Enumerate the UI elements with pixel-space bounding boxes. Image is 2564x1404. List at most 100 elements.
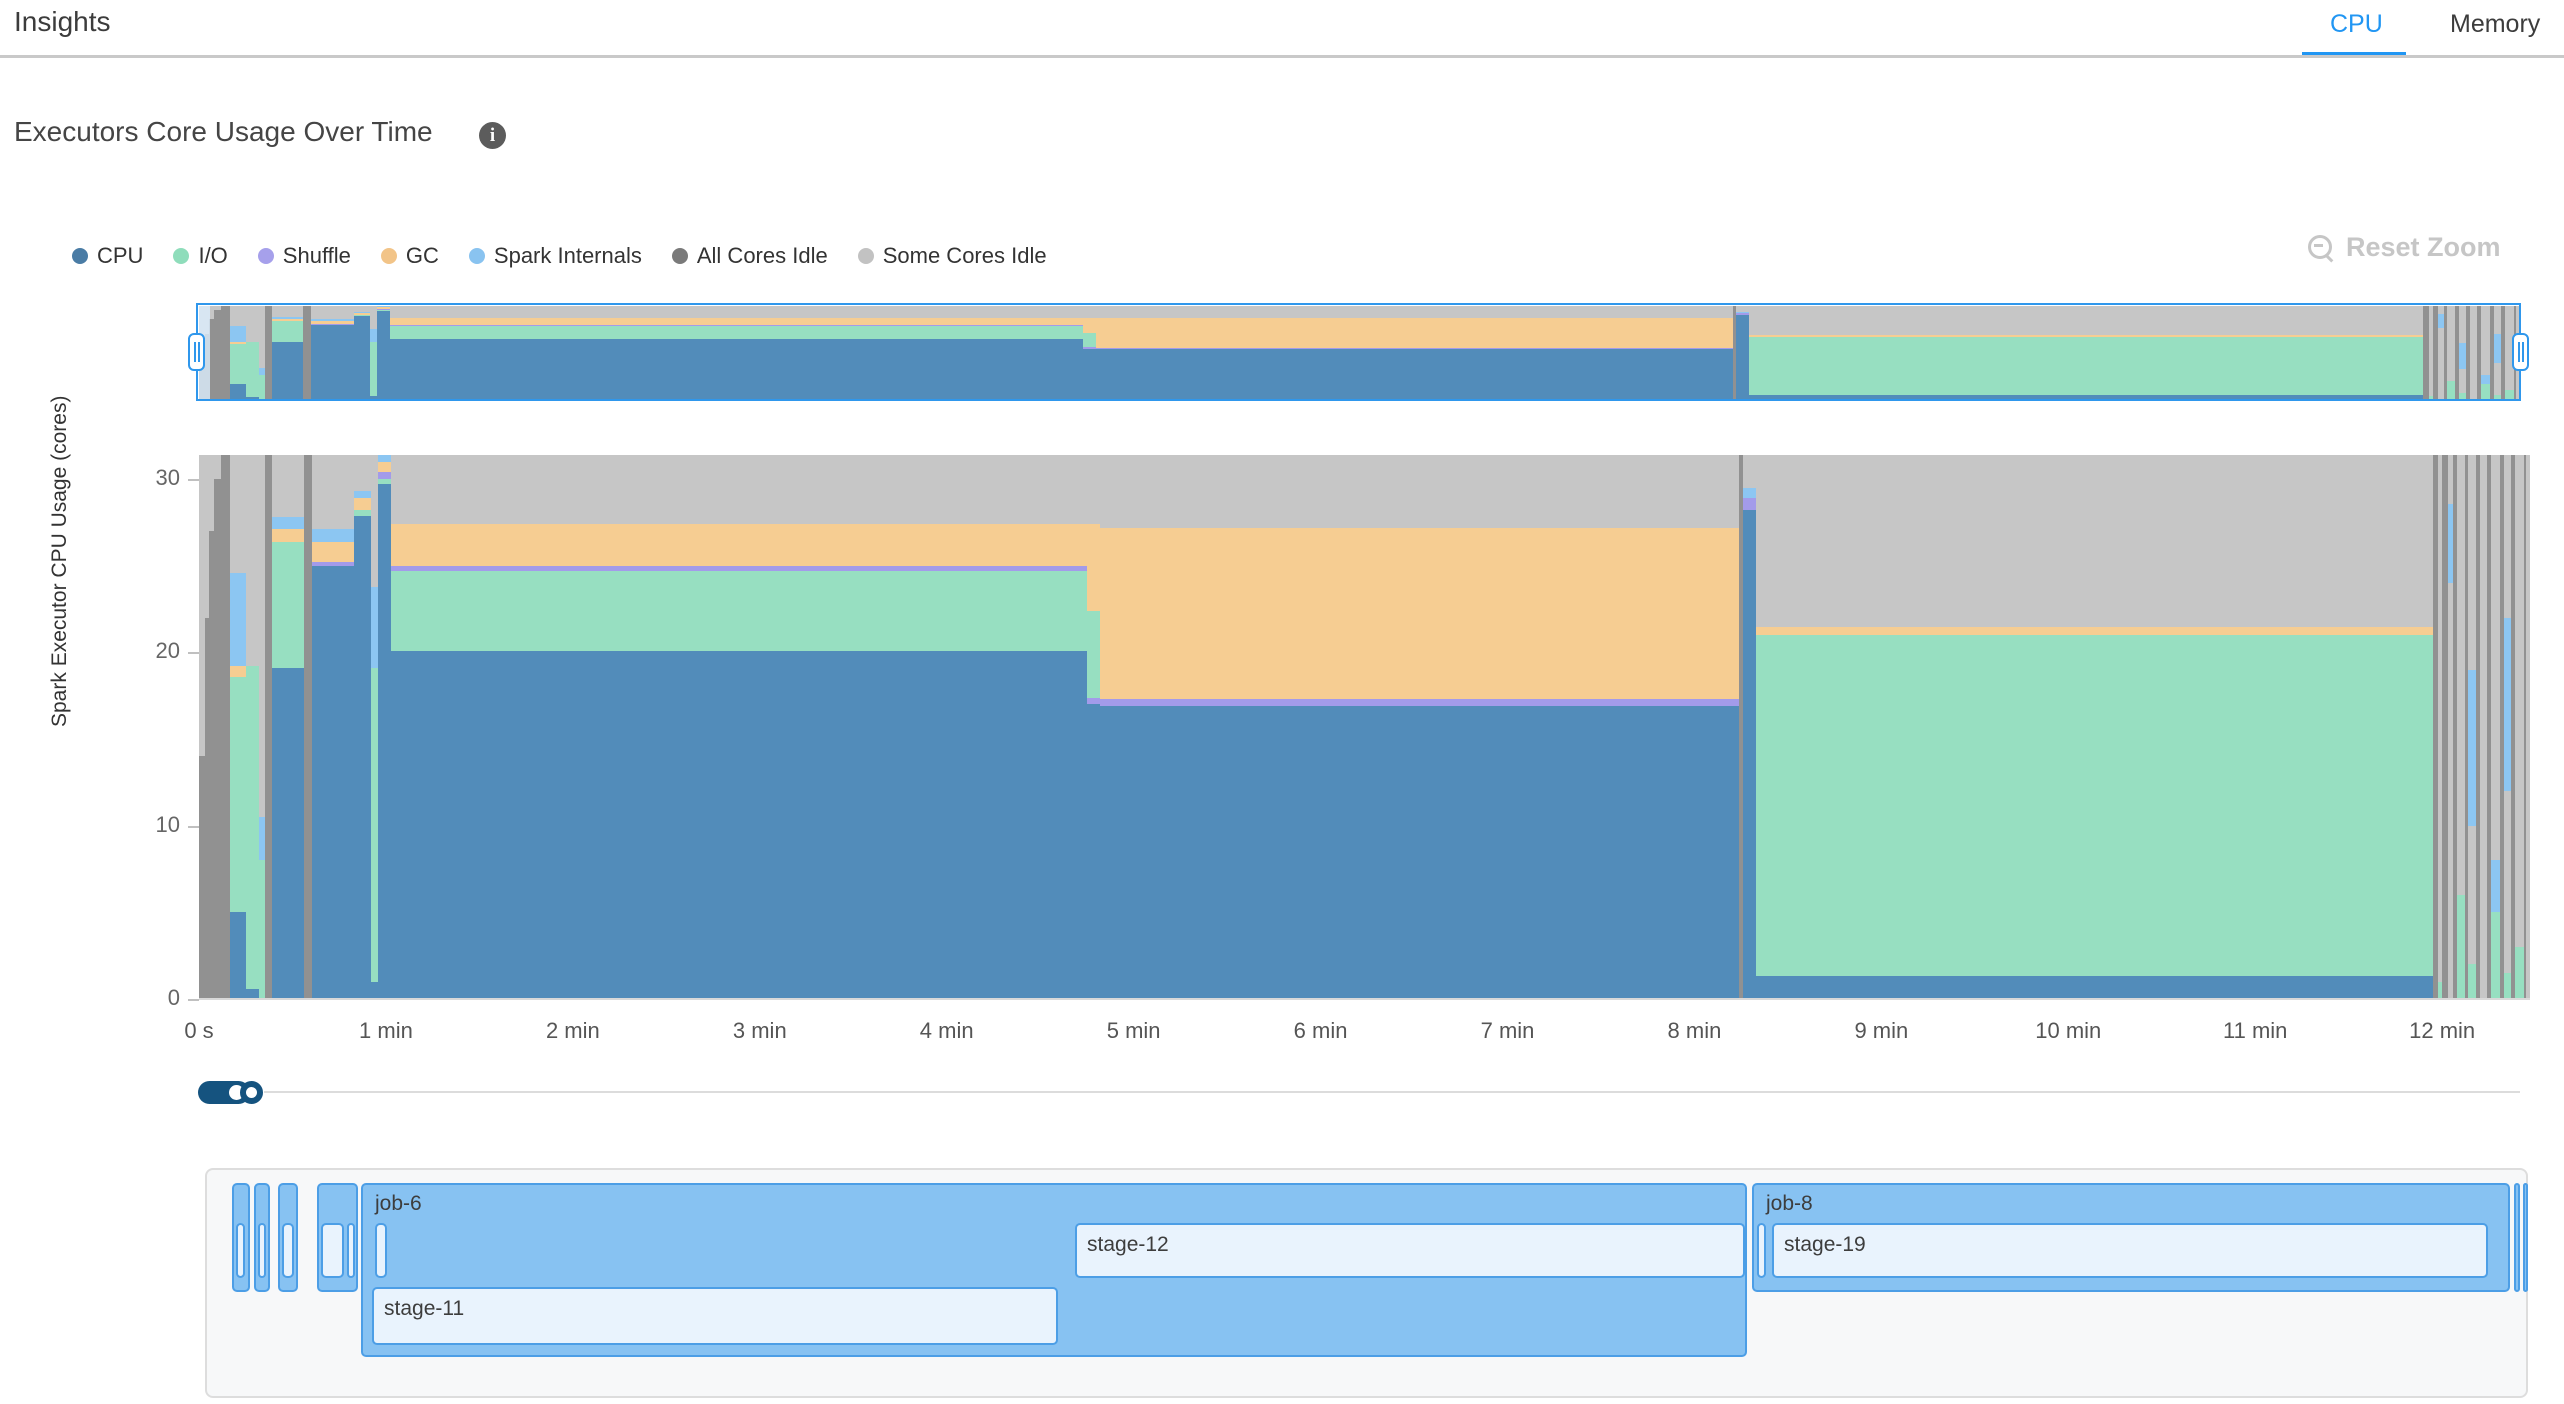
legend-item-someIdle[interactable]: Some Cores Idle bbox=[858, 243, 1047, 269]
chart-band-internals bbox=[1743, 488, 1756, 498]
x-tick-label: 5 min bbox=[1107, 1018, 1161, 1044]
chart-band-someIdle bbox=[2504, 791, 2511, 973]
chart-band-io bbox=[391, 571, 1087, 651]
x-tick-label: 11 min bbox=[2223, 1018, 2287, 1044]
chart-band-io bbox=[1756, 635, 2433, 976]
stage-bar[interactable] bbox=[321, 1223, 344, 1278]
chart-band-someIdle bbox=[371, 455, 378, 587]
chart-band-allIdle bbox=[214, 479, 221, 999]
y-tick-label: 0 bbox=[120, 985, 180, 1011]
chart-band-gc bbox=[230, 666, 245, 676]
page-title: Insights bbox=[14, 6, 111, 38]
legend-label: Some Cores Idle bbox=[883, 243, 1047, 269]
chart-band-gc bbox=[272, 529, 304, 541]
legend-label: I/O bbox=[198, 243, 227, 269]
chart-band-internals bbox=[371, 587, 378, 668]
chart-band-someIdle bbox=[246, 455, 259, 666]
chart-band-someIdle bbox=[2468, 826, 2475, 965]
chart-band-io bbox=[2468, 964, 2475, 999]
legend-item-cpu[interactable]: CPU bbox=[72, 243, 143, 269]
stage-bar[interactable] bbox=[282, 1223, 294, 1278]
legend-label: Shuffle bbox=[283, 243, 351, 269]
chart-band-someIdle bbox=[2480, 455, 2487, 999]
chart-band-io bbox=[2515, 947, 2524, 999]
chart-band-io bbox=[272, 542, 304, 668]
chart-band-gc bbox=[391, 524, 1087, 566]
chart-band-gc bbox=[354, 498, 370, 510]
chart-band-io bbox=[1087, 611, 1100, 698]
stage-bar[interactable] bbox=[347, 1223, 355, 1278]
x-tick-label: 2 min bbox=[546, 1018, 600, 1044]
shuffle-legend-dot-icon bbox=[258, 248, 274, 264]
reset-zoom-label: Reset Zoom bbox=[2346, 232, 2501, 263]
brush-handle-right[interactable] bbox=[2512, 333, 2529, 371]
chart-band-someIdle bbox=[1087, 455, 1100, 524]
tab-cpu[interactable]: CPU bbox=[2330, 10, 2383, 39]
chart-band-internals bbox=[2468, 670, 2475, 826]
y-axis-title: Spark Executor CPU Usage (cores) bbox=[48, 396, 72, 727]
legend-label: Spark Internals bbox=[494, 243, 642, 269]
chart-band-gc bbox=[1087, 524, 1100, 611]
chart-band-someIdle bbox=[354, 455, 370, 491]
stage-bar[interactable] bbox=[375, 1223, 387, 1278]
zoom-out-icon bbox=[2308, 235, 2334, 261]
chart-band-someIdle bbox=[391, 455, 1087, 524]
chart-band-io bbox=[2504, 973, 2511, 999]
x-axis-line bbox=[199, 998, 2530, 1000]
x-tick-label: 0 s bbox=[184, 1018, 213, 1044]
chart-band-internals bbox=[272, 517, 304, 529]
chart-band-io bbox=[246, 666, 259, 988]
chart-band-someIdle bbox=[2515, 455, 2524, 947]
x-tick-label: 7 min bbox=[1481, 1018, 1535, 1044]
x-tick-label: 4 min bbox=[920, 1018, 974, 1044]
info-icon[interactable]: i bbox=[479, 122, 506, 149]
chart-band-gc bbox=[1756, 627, 2433, 636]
x-tick-label: 6 min bbox=[1294, 1018, 1348, 1044]
stage-bar[interactable] bbox=[258, 1223, 266, 1278]
tab-memory[interactable]: Memory bbox=[2450, 10, 2540, 39]
chart-band-cpu bbox=[1100, 706, 1739, 999]
x-tick-label: 8 min bbox=[1668, 1018, 1722, 1044]
chart-band-cpu bbox=[378, 484, 391, 999]
reset-zoom-button[interactable]: Reset Zoom bbox=[2308, 232, 2501, 263]
section-title: Executors Core Usage Over Time bbox=[14, 116, 433, 148]
y-tick-mark bbox=[188, 479, 199, 481]
x-tick-label: 10 min bbox=[2035, 1018, 2101, 1044]
chart-band-someIdle bbox=[1756, 455, 2433, 627]
zoom-mode-radio[interactable] bbox=[240, 1081, 263, 1104]
legend-item-internals[interactable]: Spark Internals bbox=[469, 243, 642, 269]
legend-label: All Cores Idle bbox=[697, 243, 828, 269]
stage-bar-stage-19[interactable] bbox=[1772, 1223, 2488, 1278]
chart-band-io bbox=[354, 510, 370, 515]
brush-handle-left[interactable] bbox=[188, 333, 205, 371]
x-tick-label: 9 min bbox=[1854, 1018, 1908, 1044]
legend-item-shuffle[interactable]: Shuffle bbox=[258, 243, 351, 269]
legend-item-allIdle[interactable]: All Cores Idle bbox=[672, 243, 828, 269]
header-divider bbox=[0, 55, 2564, 58]
y-tick-mark bbox=[188, 826, 199, 828]
chart-band-internals bbox=[312, 529, 355, 541]
zoom-slider-track[interactable] bbox=[264, 1091, 2520, 1093]
chart-band-someIdle bbox=[2468, 455, 2475, 670]
stage-bar-stage-12[interactable] bbox=[1075, 1223, 1745, 1278]
chart-band-someIdle bbox=[2491, 455, 2500, 860]
someIdle-legend-dot-icon bbox=[858, 248, 874, 264]
chart-band-io bbox=[371, 668, 378, 982]
chart-band-someIdle bbox=[230, 455, 245, 573]
gc-legend-dot-icon bbox=[381, 248, 397, 264]
chart-band-io bbox=[378, 479, 391, 484]
job-bar[interactable] bbox=[2523, 1183, 2528, 1292]
chart-band-cpu bbox=[312, 566, 355, 999]
brush-selection[interactable] bbox=[196, 303, 2521, 401]
chart-band-shuffle bbox=[312, 562, 355, 565]
chart-band-cpu bbox=[354, 516, 370, 999]
stage-bar[interactable] bbox=[236, 1223, 245, 1278]
stage-bar[interactable] bbox=[1757, 1223, 1766, 1278]
stage-bar-stage-11[interactable] bbox=[372, 1287, 1058, 1345]
insights-page: Insights CPU Memory Executors Core Usage … bbox=[0, 0, 2564, 1404]
job-bar[interactable] bbox=[2514, 1183, 2520, 1292]
legend-item-io[interactable]: I/O bbox=[173, 243, 227, 269]
main-chart[interactable] bbox=[199, 455, 2530, 999]
chart-band-cpu bbox=[371, 982, 378, 999]
legend-item-gc[interactable]: GC bbox=[381, 243, 439, 269]
